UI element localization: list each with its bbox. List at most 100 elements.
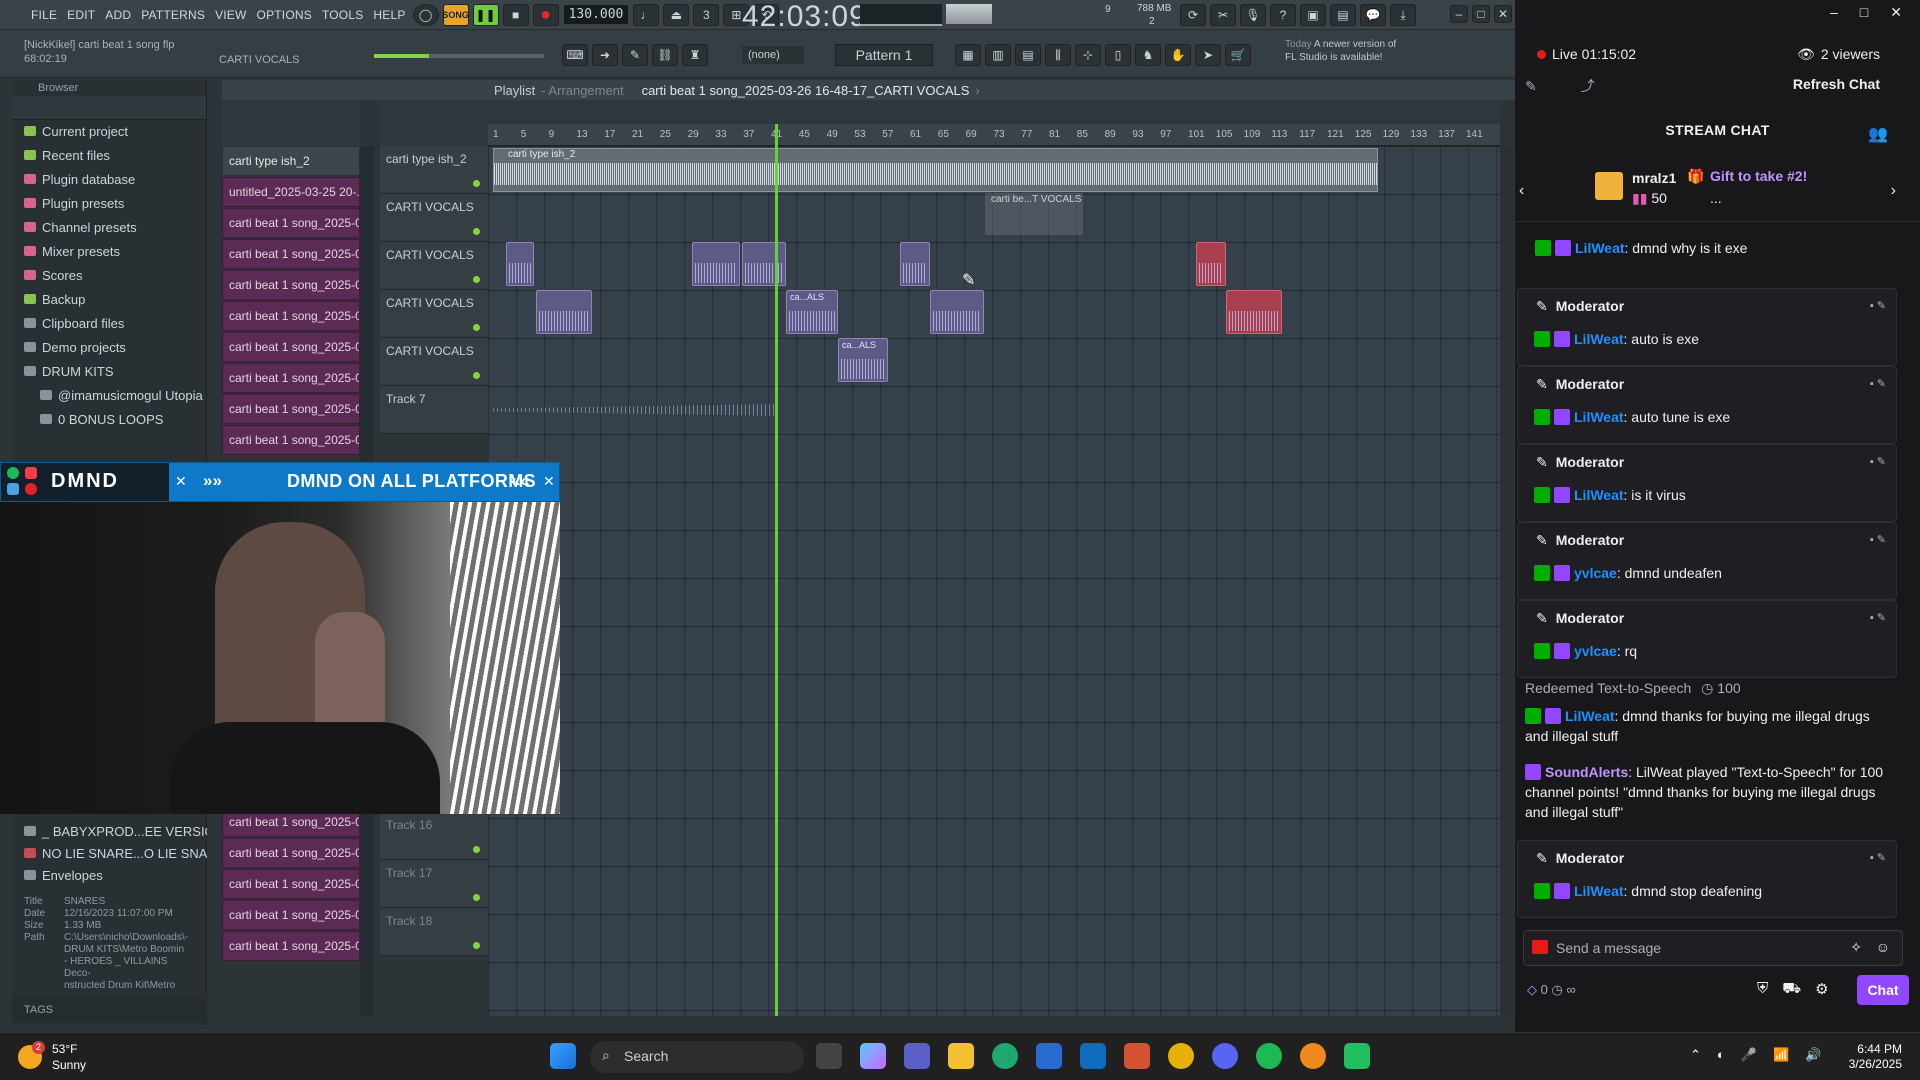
piano-roll-icon[interactable]: ▥: [985, 44, 1011, 66]
picker-clip[interactable]: carti beat 1 song_2025-0...: [222, 394, 360, 424]
arrow-icon[interactable]: ➜: [592, 44, 618, 66]
project-browser-icon[interactable]: ▯: [1105, 44, 1131, 66]
share-icon[interactable]: ⤴: [1581, 78, 1595, 94]
wifi-icon[interactable]: 📶: [1773, 1047, 1789, 1063]
browser-item-no-lie-snare[interactable]: NO LIE SNARE...O LIE SNARE: [12, 844, 207, 864]
browser-item[interactable]: Scores: [12, 264, 206, 288]
chat-username[interactable]: LilWeat: [1574, 331, 1624, 347]
clip-carti-type-ish[interactable]: carti type ish_2: [493, 148, 1378, 192]
master-pitch-slider[interactable]: [374, 54, 544, 58]
chat-username[interactable]: LilWeat: [1574, 883, 1624, 899]
browser-item[interactable]: Current project: [12, 120, 206, 144]
picker-clip[interactable]: carti type ish_2: [222, 146, 360, 176]
fl-studio-icon[interactable]: [1300, 1043, 1326, 1069]
tools-icon[interactable]: ✂: [1210, 4, 1236, 26]
audio-clip[interactable]: ca...ALS: [786, 290, 838, 334]
send-message-input[interactable]: Send a message ✧ ☺: [1523, 930, 1903, 966]
task-view-icon[interactable]: [816, 1043, 842, 1069]
message-actions-icon[interactable]: ▪ ✎: [1870, 377, 1886, 390]
menu-tools[interactable]: TOOLS: [317, 8, 368, 22]
picker-clip[interactable]: carti beat 1 song_2025-0...: [222, 208, 360, 238]
picker-clip[interactable]: carti beat 1 song_2025-0...: [222, 869, 360, 899]
channel-rack-icon[interactable]: ▤: [1015, 44, 1041, 66]
copilot-icon[interactable]: [860, 1043, 886, 1069]
track-enable-icon[interactable]: [473, 894, 480, 901]
browser-item[interactable]: Backup: [12, 288, 206, 312]
picker-clip[interactable]: carti beat 1 song_2025-0...: [222, 301, 360, 331]
link-icon[interactable]: ⛓: [652, 44, 678, 66]
maximize-icon[interactable]: □: [1860, 4, 1868, 21]
chat-username[interactable]: SoundAlerts: [1545, 764, 1628, 780]
channel-points[interactable]: ◇ 0 ◷ ∞: [1527, 982, 1576, 998]
menu-file[interactable]: FILE: [26, 8, 62, 22]
browser-item[interactable]: Plugin presets: [12, 192, 206, 216]
track-enable-icon[interactable]: [473, 180, 480, 187]
plugin-icon[interactable]: ♞: [1135, 44, 1161, 66]
prev-arrow-icon[interactable]: ‹: [1519, 182, 1524, 200]
refresh-icon[interactable]: ⟳: [1180, 4, 1206, 26]
pause-icon[interactable]: ❚❚: [472, 3, 499, 26]
snap-icon[interactable]: ⌨: [562, 44, 588, 66]
track-header[interactable]: CARTI VOCALS: [380, 338, 488, 386]
chat-username[interactable]: LilWeat: [1574, 487, 1624, 503]
pattern-select[interactable]: Pattern 1: [835, 44, 933, 66]
gift-user[interactable]: mralz1: [1632, 170, 1676, 186]
tempo-display[interactable]: 130.000: [563, 5, 629, 24]
pencil-icon[interactable]: ✎: [1525, 78, 1537, 94]
audio-clip[interactable]: ca...ALS: [838, 338, 888, 382]
audio-clip[interactable]: [742, 242, 786, 286]
store-icon[interactable]: [1036, 1043, 1062, 1069]
file-explorer-icon[interactable]: [948, 1043, 974, 1069]
minimize-icon[interactable]: –: [1450, 5, 1468, 23]
menu-options[interactable]: OPTIONS: [252, 8, 317, 22]
message-actions-icon[interactable]: ▪ ✎: [1870, 533, 1886, 546]
track-header[interactable]: Track 16: [380, 812, 488, 860]
emote-icon[interactable]: ☺: [1876, 939, 1890, 955]
track-header[interactable]: CARTI VOCALS: [380, 290, 488, 338]
audio-clip[interactable]: [900, 242, 930, 286]
gear-icon[interactable]: ⚙: [1815, 980, 1828, 999]
chat-send-button[interactable]: Chat: [1857, 975, 1909, 1005]
mic-icon[interactable]: 🎙: [1240, 4, 1266, 26]
browser-item[interactable]: DRUM KITS: [12, 360, 206, 384]
next-arrow-icon[interactable]: ›: [1891, 182, 1896, 200]
browser-item[interactable]: 0 BONUS LOOPS: [12, 408, 206, 432]
playlist-scrollbar[interactable]: [1500, 146, 1514, 1016]
browser-item[interactable]: Mixer presets: [12, 240, 206, 264]
picker-clip[interactable]: untitled_2025-03-25 20-...: [222, 177, 360, 207]
tempo-tapper-icon[interactable]: ✋: [1165, 44, 1191, 66]
tray-chevron-icon[interactable]: ⌃: [1690, 1047, 1701, 1063]
snap-select[interactable]: (none): [742, 46, 804, 64]
audio-clip[interactable]: [536, 290, 592, 334]
chat-username[interactable]: yvlcae: [1574, 643, 1617, 659]
message-actions-icon[interactable]: ▪ ✎: [1870, 851, 1886, 864]
close-icon[interactable]: ✕: [1494, 5, 1512, 23]
menu-help[interactable]: HELP: [368, 8, 410, 22]
browser-item[interactable]: @imamusicmogul Utopia: [12, 384, 206, 408]
menu-view[interactable]: VIEW: [210, 8, 251, 22]
app-icon[interactable]: [1344, 1043, 1370, 1069]
windows-start-icon[interactable]: [550, 1043, 576, 1069]
browser-item[interactable]: Clipboard files: [12, 312, 206, 336]
chat-username[interactable]: LilWeat: [1565, 708, 1615, 724]
tray-app-icon[interactable]: ◐: [1717, 1047, 1725, 1063]
chat-username[interactable]: LilWeat: [1574, 409, 1624, 425]
audio-clip[interactable]: [1226, 290, 1282, 334]
menu-edit[interactable]: EDIT: [62, 8, 100, 22]
menu-patterns[interactable]: PATTERNS: [136, 8, 210, 22]
pattern-song-toggle-icon[interactable]: ◯: [412, 3, 439, 26]
message-actions-icon[interactable]: ▪ ✎: [1870, 611, 1886, 624]
picker-clip[interactable]: carti beat 1 song_2025-0...: [222, 838, 360, 868]
user-list-icon[interactable]: 👥: [1868, 124, 1888, 144]
video-icon[interactable]: ➤: [1195, 44, 1221, 66]
picker-clip[interactable]: carti beat 1 song_2025-0...: [222, 425, 360, 455]
volume-icon[interactable]: 🔊: [1805, 1047, 1821, 1063]
pencil-icon[interactable]: ✎: [622, 44, 648, 66]
stamp-icon[interactable]: ♜: [682, 44, 708, 66]
picker-clip[interactable]: carti beat 1 song_2025-0...: [222, 900, 360, 930]
help-icon[interactable]: ?: [1270, 4, 1296, 26]
stop-icon[interactable]: ■: [502, 3, 529, 26]
browser-item[interactable]: Plugin database: [12, 168, 206, 192]
spotify-icon[interactable]: [1256, 1043, 1282, 1069]
track-header[interactable]: Track 17: [380, 860, 488, 908]
